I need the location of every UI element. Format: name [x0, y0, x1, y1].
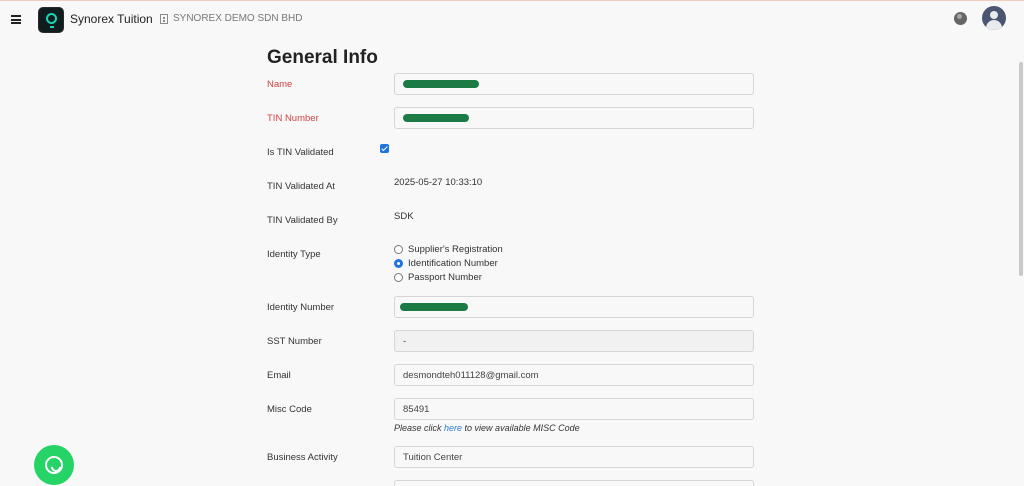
identity-type-label: Identity Type	[267, 249, 321, 260]
redaction-mark	[403, 114, 469, 122]
whatsapp-button[interactable]	[34, 445, 74, 485]
synorex-logo[interactable]	[38, 7, 64, 33]
tin-validated-at-label: TIN Validated At	[267, 181, 335, 192]
identity-number-input[interactable]	[394, 296, 754, 318]
tin-validated-by-value: SDK	[394, 211, 414, 222]
tin-label: TIN Number	[267, 113, 319, 124]
tin-validated-checkbox[interactable]	[380, 144, 389, 153]
sst-label: SST Number	[267, 336, 322, 347]
radio-label: Supplier's Registration	[408, 243, 503, 255]
hint-text: to view available MISC Code	[462, 423, 580, 433]
radio-button[interactable]	[394, 272, 403, 282]
radio-passport-number[interactable]: Passport Number	[394, 270, 503, 284]
company-selector[interactable]: SYNOREX DEMO SDN BHD	[160, 13, 302, 24]
hamburger-icon[interactable]	[11, 15, 21, 24]
redaction-mark	[403, 80, 479, 88]
radio-button[interactable]	[394, 258, 403, 268]
sst-input[interactable]: -	[394, 330, 754, 352]
top-bar: Synorex Tuition SYNOREX DEMO SDN BHD	[0, 0, 1024, 37]
tin-input[interactable]	[394, 107, 754, 129]
misc-code-hint: Please click here to view available MISC…	[394, 423, 580, 433]
avatar[interactable]	[982, 6, 1006, 30]
business-activity-label: Business Activity	[267, 452, 338, 463]
radio-button[interactable]	[394, 244, 403, 254]
name-label: Name	[267, 79, 293, 90]
misc-code-label: Misc Code	[267, 404, 312, 415]
scrollbar[interactable]	[1019, 62, 1023, 276]
tin-validated-at-value: 2025-05-27 10:33:10	[394, 177, 483, 188]
radio-identification-number[interactable]: Identification Number	[394, 256, 503, 270]
company-name: SYNOREX DEMO SDN BHD	[173, 13, 303, 24]
hint-text: Please click	[394, 423, 445, 433]
building-icon	[160, 13, 168, 24]
name-input[interactable]	[394, 73, 754, 95]
tin-validated-by-label: TIN Validated By	[267, 215, 338, 226]
business-activity-input[interactable]: Tuition Center	[394, 446, 754, 468]
identity-number-label: Identity Number	[267, 302, 335, 313]
tin-validated-label: Is TIN Validated	[267, 147, 334, 158]
redaction-mark	[400, 303, 468, 311]
email-label: Email	[267, 370, 291, 381]
globe-icon[interactable]	[954, 12, 967, 25]
radio-label: Identification Number	[408, 257, 498, 269]
radio-label: Passport Number	[408, 271, 482, 283]
radio-suppliers-registration[interactable]: Supplier's Registration	[394, 242, 503, 256]
whatsapp-icon	[45, 456, 63, 474]
email-field[interactable]: desmondteh011128@gmail.com	[394, 364, 754, 386]
misc-code-input[interactable]: 85491	[394, 398, 754, 420]
next-input[interactable]	[394, 480, 754, 486]
identity-type-radio-group: Supplier's Registration Identification N…	[394, 242, 503, 284]
page-title: General Info	[267, 47, 378, 68]
misc-code-link[interactable]: here	[444, 423, 462, 433]
app-title: Synorex Tuition	[70, 12, 153, 26]
